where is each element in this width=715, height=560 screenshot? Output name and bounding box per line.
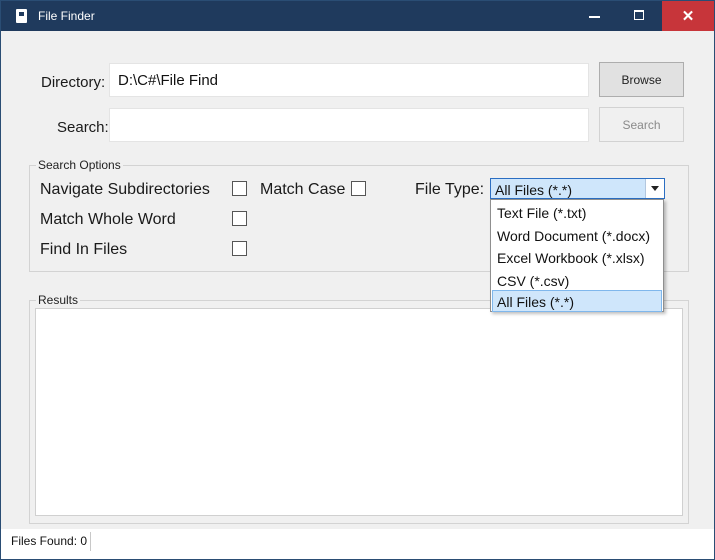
search-input[interactable] <box>109 108 589 142</box>
browse-button[interactable]: Browse <box>599 62 684 97</box>
title-bar[interactable]: File Finder ✕ <box>1 1 714 31</box>
find-in-files-label: Find In Files <box>40 241 128 258</box>
results-list[interactable] <box>35 308 683 516</box>
files-found-status: Files Found: 0 <box>11 534 88 548</box>
status-bar: Files Found: 0 <box>1 529 714 559</box>
directory-input[interactable]: D:\C#\File Find <box>109 63 589 97</box>
chevron-down-icon <box>651 186 659 191</box>
file-type-select[interactable]: All Files (*.*) <box>490 178 665 199</box>
file-type-dropdown-list: Text File (*.txt) Word Document (*.docx)… <box>490 199 664 312</box>
file-type-option-csv[interactable]: CSV (*.csv) <box>492 269 662 291</box>
minimize-button[interactable] <box>572 1 617 31</box>
file-type-option-all[interactable]: All Files (*.*) <box>492 290 662 312</box>
search-label: Search: <box>57 119 109 136</box>
file-type-option-txt[interactable]: Text File (*.txt) <box>492 201 662 223</box>
find-in-files-checkbox[interactable] <box>232 241 247 256</box>
search-button[interactable]: Search <box>599 107 684 142</box>
file-type-option-docx[interactable]: Word Document (*.docx) <box>492 224 662 246</box>
dropdown-arrow[interactable] <box>645 179 664 198</box>
match-case-label: Match Case <box>260 181 346 198</box>
navigate-subdirectories-label: Navigate Subdirectories <box>40 181 210 198</box>
window-title: File Finder <box>38 9 95 23</box>
match-whole-word-checkbox[interactable] <box>232 211 247 226</box>
minimize-icon <box>589 16 600 18</box>
match-whole-word-label: Match Whole Word <box>40 211 176 228</box>
maximize-button[interactable] <box>617 1 662 31</box>
file-finder-window: File Finder ✕ Directory: D:\C#\File Find… <box>0 0 715 560</box>
close-icon: ✕ <box>681 8 695 25</box>
file-type-option-xlsx[interactable]: Excel Workbook (*.xlsx) <box>492 246 662 268</box>
status-separator <box>90 532 91 551</box>
search-options-title: Search Options <box>36 158 123 172</box>
match-case-checkbox[interactable] <box>351 181 366 196</box>
file-type-selected-value: All Files (*.*) <box>495 182 573 198</box>
close-button[interactable]: ✕ <box>662 1 714 31</box>
directory-label: Directory: <box>41 74 106 91</box>
app-file-icon <box>16 9 27 23</box>
results-title: Results <box>36 293 81 307</box>
maximize-icon <box>634 10 644 20</box>
navigate-subdirectories-checkbox[interactable] <box>232 181 247 196</box>
file-type-label: File Type: <box>415 181 485 198</box>
